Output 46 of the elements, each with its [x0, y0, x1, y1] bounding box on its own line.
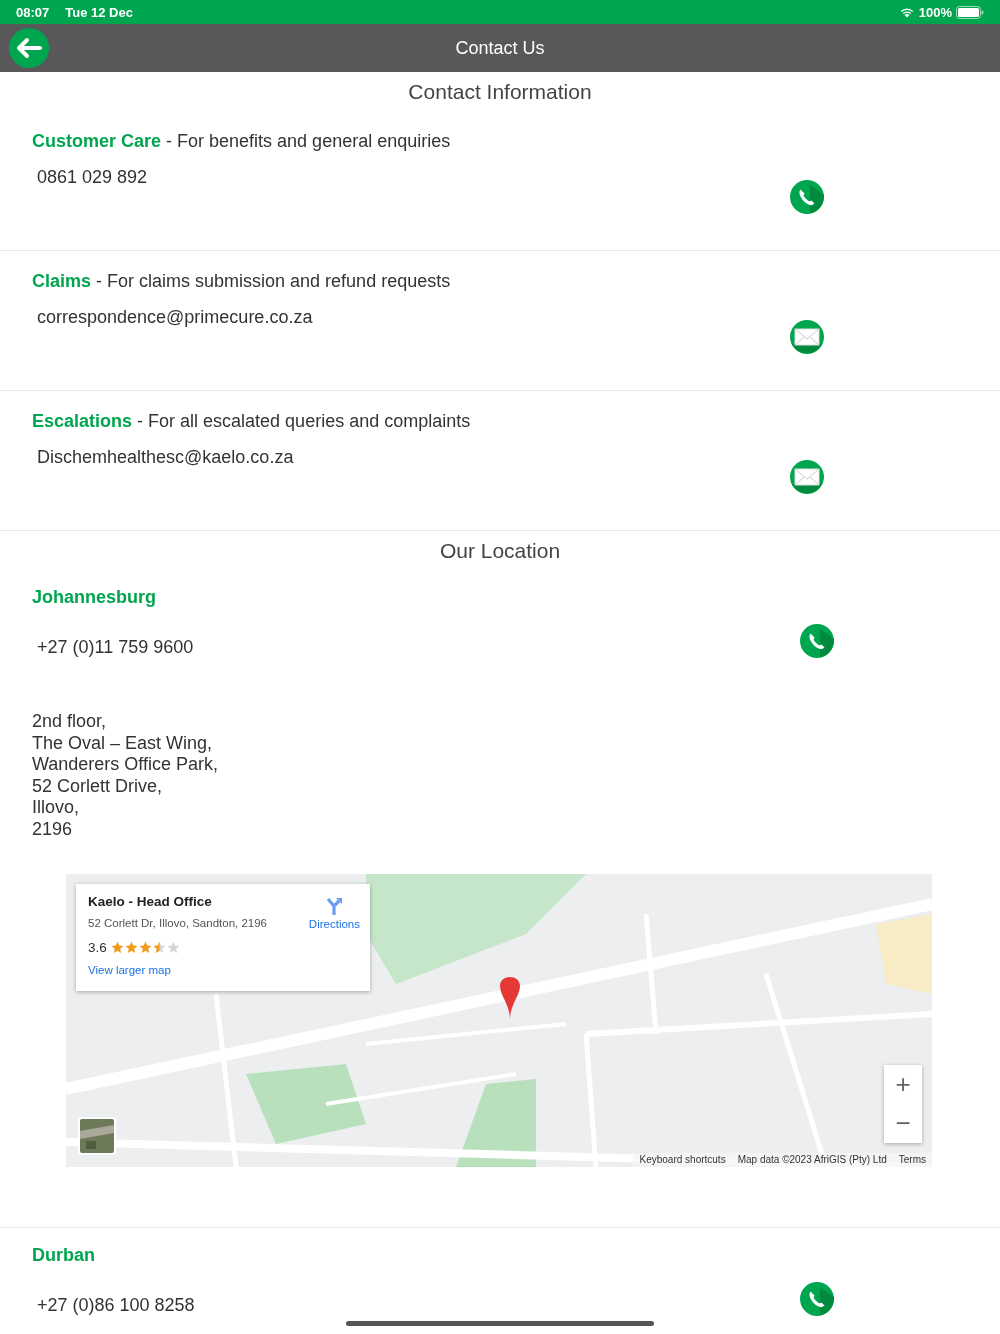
zoom-out-button[interactable]: −	[884, 1104, 922, 1143]
star-icon	[124, 940, 138, 954]
address-line: Wanderers Office Park,	[32, 754, 220, 776]
location-name: Johannesburg	[32, 586, 157, 609]
back-button[interactable]	[9, 28, 49, 68]
address-line: The Oval – East Wing,	[32, 732, 214, 754]
contact-value[interactable]: 0861 029 892	[32, 165, 790, 189]
keyboard-shortcuts-link[interactable]: Keyboard shortcuts	[639, 1153, 726, 1167]
address-line: 2196	[32, 818, 74, 840]
wifi-icon	[898, 6, 915, 18]
contact-heading: Customer Care - For benefits and general enquiries	[32, 130, 452, 153]
directions-button[interactable]: Directions	[308, 893, 360, 930]
phone-number[interactable]: +27 (0)86 100 8258	[32, 1293, 800, 1317]
phone-number[interactable]: +27 (0)11 759 9600	[32, 635, 800, 659]
contact-heading: Escalations - For all escalated queries and complaints	[32, 410, 472, 433]
address-line: 2nd floor,	[32, 711, 108, 733]
map-data-text: Map data ©2023 AfriGIS (Pty) Ltd	[737, 1153, 887, 1167]
place-address: 52 Corlett Dr, Illovo, Sandton, 2196	[88, 916, 268, 931]
battery-icon	[956, 5, 984, 19]
section-title: Our Location	[438, 538, 562, 564]
status-time: 08:07	[16, 4, 50, 20]
battery-level: 100%	[918, 4, 952, 20]
contact-value[interactable]: correspondence@primecure.co.za	[32, 305, 790, 329]
contact-value[interactable]: Dischemhealthesc@kaelo.co.za	[32, 445, 790, 469]
zoom-in-button[interactable]: +	[884, 1065, 922, 1104]
status-date: Tue 12 Dec	[65, 4, 133, 20]
star-icon	[152, 940, 166, 954]
star-icon	[166, 940, 180, 954]
view-larger-map-link[interactable]: View larger map	[88, 964, 171, 976]
address-line: Illovo,	[32, 797, 81, 819]
phone-icon[interactable]	[800, 1282, 834, 1316]
directions-icon	[324, 896, 345, 916]
satellite-thumbnail-icon[interactable]	[78, 1117, 116, 1155]
address-line: 52 Corlett Drive,	[32, 775, 164, 797]
screen-title: Contact Us	[455, 37, 545, 59]
star-icon	[110, 940, 124, 954]
place-name: Kaelo - Head Office	[88, 893, 213, 910]
location-name: Durban	[32, 1244, 96, 1267]
envelope-icon[interactable]	[790, 320, 824, 354]
phone-icon[interactable]	[800, 624, 834, 658]
rating-value: 3.6	[88, 939, 107, 955]
section-title: Contact Information	[407, 79, 593, 105]
terms-link[interactable]: Terms	[898, 1153, 926, 1167]
envelope-icon[interactable]	[790, 460, 824, 494]
contact-heading: Claims - For claims submission and refund requests	[32, 270, 452, 293]
phone-icon[interactable]	[790, 180, 824, 214]
